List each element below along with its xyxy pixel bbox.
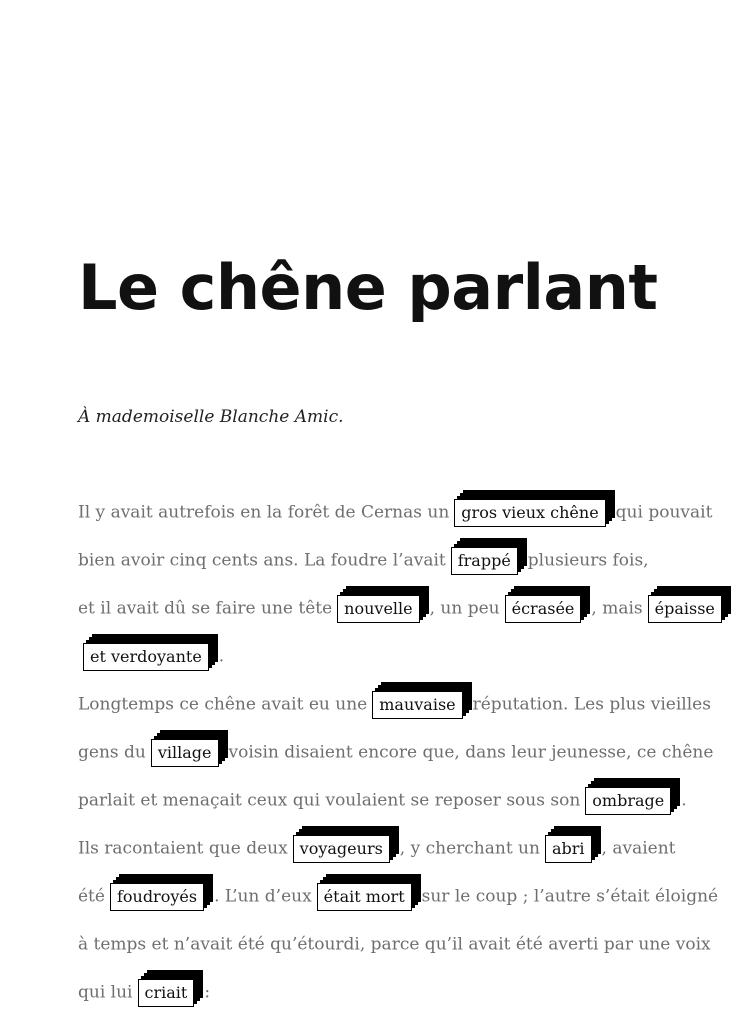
highlighted-word: criait [137,978,195,1007]
highlighted-word: épaisse [647,594,722,623]
text-segment: Ils racontaient que deux [78,838,288,859]
highlighted-word: village [150,738,219,767]
text-segment: été [78,886,105,907]
text-segment: : [204,982,211,1003]
text-line: et verdoyante. [78,632,718,680]
text-line: Longtemps ce chêne avait eu une mauvaise r… [78,680,718,728]
text-segment: sur le coup ; l’autre s’était éloigné [421,886,719,907]
text-line: parlait et menaçait ceux qui voulaient s… [78,776,718,824]
text-segment: Il y avait autrefois en la forêt de Cern… [78,502,450,523]
text-segment: , un peu [429,598,500,619]
text-segment: qui pouvait [615,502,713,523]
highlighted-word: nouvelle [337,594,420,623]
highlighted-word: ombrage [585,786,672,815]
text-line: Il y avait autrefois en la forêt de Cern… [78,488,718,536]
highlighted-word: voyageurs [292,834,390,863]
text-segment: . [681,790,687,811]
text-line: et il avait dû se faire une tête nouvelle… [78,584,722,632]
text-segment: et il avait dû se faire une tête [78,598,333,619]
highlighted-word: mauvaise [372,690,463,719]
text-segment: qui lui [78,982,133,1003]
highlighted-word: abri [544,834,592,863]
text-segment: , mais [591,598,643,619]
highlighted-word: foudroyés [109,882,205,911]
text-segment: gens du [78,742,146,763]
text-segment: . [218,646,225,667]
highlighted-word: écrasée [504,594,582,623]
highlighted-word: et verdoyante [83,642,209,671]
page-title: Le chêne parlant [78,251,658,324]
text-segment: , y cherchant un [399,838,540,859]
text-line: gens du village voisin disaient encore que… [78,728,718,776]
text-line: qui lui criait: [78,968,718,1016]
text-line: à temps et n’avait été qu’étourdi, parce… [78,920,718,968]
text-line: été foudroyés . L’un d’eux était mort sur le… [78,872,718,920]
story-paragraph: Il y avait autrefois en la forêt de Cern… [78,488,722,1016]
text-segment: parlait et menaçait ceux qui voulaient s… [78,790,581,811]
text-segment: voisin disaient encore que, dans leur je… [228,742,714,763]
text-line: bien avoir cinq cents ans. La foudre l’a… [78,536,718,584]
highlighted-word: frappé [450,546,518,575]
text-segment: à temps et n’avait été qu’étourdi, parce… [78,934,711,955]
text-line: Ils racontaient que deux voyageurs , y che… [78,824,718,872]
highlighted-word: gros vieux chêne [454,498,606,527]
highlighted-word: était mort [316,882,412,911]
text-segment: bien avoir cinq cents ans. La foudre l’a… [78,550,446,571]
dedication: À mademoiselle Blanche Amic. [78,407,344,427]
text-segment: Longtemps ce chêne avait eu une [78,694,368,715]
text-segment: plusieurs fois, [527,550,649,571]
text-segment: . L’un d’eux [214,886,312,907]
text-segment: réputation. Les plus vieilles [472,694,711,715]
text-segment: , avaient [601,838,676,859]
